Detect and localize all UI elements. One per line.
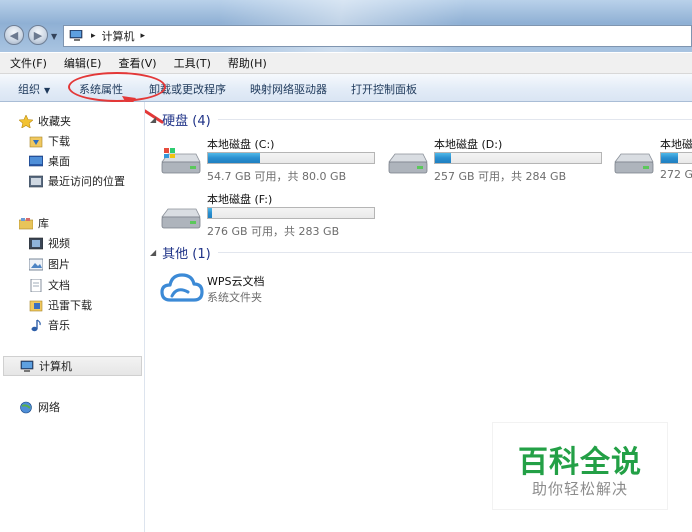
computer-icon: [69, 29, 85, 42]
picture-icon: [28, 258, 44, 271]
sidebar-item-favorites[interactable]: 收藏夹: [0, 111, 143, 131]
map-network-drive-button[interactable]: 映射网络驱动器: [250, 81, 327, 97]
sidebar-item-pictures[interactable]: 图片: [0, 254, 143, 274]
hard-drive-icon: [160, 203, 202, 231]
group-title: 其他 (1): [162, 246, 211, 262]
hard-drive-icon: [613, 148, 655, 176]
library-icon: [18, 217, 34, 230]
forward-button[interactable]: ▶: [28, 25, 48, 45]
download-folder-icon: [29, 135, 43, 148]
sidebar-item-documents[interactable]: 文档: [0, 275, 143, 295]
breadcrumb-computer[interactable]: 计算机: [102, 28, 135, 44]
group-divider: [218, 119, 692, 120]
sidebar-item-downloads[interactable]: 下载: [0, 131, 143, 151]
menu-tools[interactable]: 工具(T): [164, 55, 218, 71]
group-title: 硬盘 (4): [162, 113, 211, 129]
drive-free-space: 272 G: [660, 168, 692, 181]
drive-usage-bar: [207, 152, 375, 164]
sidebar-item-label: 计算机: [39, 360, 72, 373]
desktop-icon: [28, 155, 44, 168]
menu-view[interactable]: 查看(V): [108, 55, 163, 71]
drive-e[interactable]: 本地磁盘 272 G: [613, 136, 692, 184]
computer-icon: [20, 360, 34, 373]
breadcrumb-separator[interactable]: ▸: [91, 31, 96, 41]
drive-usage-bar: [434, 152, 602, 164]
watermark-logo: 百科全说 助你轻松解决: [493, 423, 667, 509]
back-arrow-icon: ◀: [9, 28, 19, 42]
drive-usage-bar: [660, 152, 692, 164]
sidebar-item-label: 视频: [48, 237, 70, 250]
breadcrumb-separator[interactable]: ▸: [141, 31, 146, 41]
sidebar-item-music[interactable]: 音乐: [0, 315, 143, 335]
video-icon: [28, 237, 44, 250]
sidebar-item-desktop[interactable]: 桌面: [0, 151, 143, 171]
title-bar: ◀ ▶ ▼ ▸ 计算机 ▸: [0, 0, 692, 52]
sidebar-item-recent[interactable]: 最近访问的位置: [0, 171, 143, 191]
sidebar-item-network[interactable]: 网络: [0, 397, 143, 417]
collapse-triangle-icon[interactable]: ◢: [150, 248, 156, 257]
navigation-pane: 收藏夹 下载 桌面 最近访问的位置 库 视频 图片 文档 迅雷下载 音乐 计算机…: [0, 102, 145, 532]
drive-free-space: 276 GB 可用，共 283 GB: [207, 225, 340, 238]
open-control-panel-button[interactable]: 打开控制面板: [351, 81, 417, 97]
menu-help[interactable]: 帮助(H): [218, 55, 274, 71]
item-name: WPS云文档: [207, 275, 265, 288]
network-icon: [19, 401, 33, 414]
chevron-down-icon: ▼: [44, 86, 51, 95]
drive-usage-fill: [208, 208, 213, 218]
sidebar-item-thunder[interactable]: 迅雷下载: [0, 295, 143, 315]
watermark-title: 百科全说: [518, 445, 642, 480]
item-type: 系统文件夹: [207, 291, 262, 304]
address-bar[interactable]: ▸ 计算机 ▸: [63, 25, 692, 47]
drive-name: 本地磁盘 (D:): [434, 138, 503, 151]
back-button[interactable]: ◀: [4, 25, 24, 45]
forward-arrow-icon: ▶: [33, 28, 43, 42]
recent-places-icon: [28, 175, 44, 188]
sidebar-item-label: 下载: [48, 135, 70, 148]
menu-bar: 文件(F) 编辑(E) 查看(V) 工具(T) 帮助(H): [0, 53, 692, 74]
drive-c[interactable]: 本地磁盘 (C:) 54.7 GB 可用，共 80.0 GB: [160, 136, 390, 184]
organize-button[interactable]: 组织 ▼: [18, 81, 50, 97]
document-icon: [29, 278, 43, 292]
sidebar-item-label: 音乐: [48, 319, 70, 332]
other-group-header[interactable]: ◢ 其他 (1): [150, 243, 211, 262]
sidebar-item-label: 桌面: [48, 155, 70, 168]
drive-d[interactable]: 本地磁盘 (D:) 257 GB 可用，共 284 GB: [387, 136, 617, 184]
sidebar-item-label: 最近访问的位置: [48, 175, 125, 188]
wps-cloud-item[interactable]: WPS云文档 系统文件夹: [160, 272, 340, 306]
sidebar-item-label: 图片: [48, 258, 70, 271]
menu-edit[interactable]: 编辑(E): [54, 55, 109, 71]
sidebar-item-videos[interactable]: 视频: [0, 233, 143, 253]
sidebar-item-label: 迅雷下载: [48, 299, 92, 312]
sidebar-item-label: 收藏夹: [38, 115, 71, 128]
sidebar-item-label: 网络: [38, 401, 60, 414]
drive-f[interactable]: 本地磁盘 (F:) 276 GB 可用，共 283 GB: [160, 191, 390, 239]
group-divider: [218, 252, 692, 253]
drive-name: 本地磁盘 (F:): [207, 193, 273, 206]
drive-usage-fill: [435, 153, 451, 163]
watermark-subtitle: 助你轻松解决: [531, 480, 628, 498]
drive-free-space: 54.7 GB 可用，共 80.0 GB: [207, 170, 347, 183]
music-icon: [29, 318, 43, 332]
sidebar-item-computer[interactable]: 计算机: [3, 356, 142, 376]
drive-name: 本地磁盘: [660, 138, 692, 151]
drive-usage-fill: [661, 153, 678, 163]
hard-drive-icon: [387, 148, 429, 176]
star-icon: [18, 113, 34, 129]
sidebar-item-libraries[interactable]: 库: [0, 213, 143, 233]
cloud-icon: [160, 272, 204, 307]
collapse-triangle-icon[interactable]: ◢: [150, 115, 156, 124]
sidebar-item-label: 文档: [48, 279, 70, 292]
drive-usage-fill: [208, 153, 261, 163]
history-dropdown-icon[interactable]: ▼: [51, 32, 57, 41]
drive-free-space: 257 GB 可用，共 284 GB: [434, 170, 567, 183]
sidebar-item-label: 库: [38, 217, 49, 230]
hard-disks-group-header[interactable]: ◢ 硬盘 (4): [150, 110, 211, 129]
hard-drive-icon: [160, 148, 202, 176]
drive-usage-bar: [207, 207, 375, 219]
organize-label: 组织: [18, 83, 40, 96]
drive-name: 本地磁盘 (C:): [207, 138, 275, 151]
menu-file[interactable]: 文件(F): [0, 55, 54, 71]
thunder-download-icon: [29, 299, 43, 312]
